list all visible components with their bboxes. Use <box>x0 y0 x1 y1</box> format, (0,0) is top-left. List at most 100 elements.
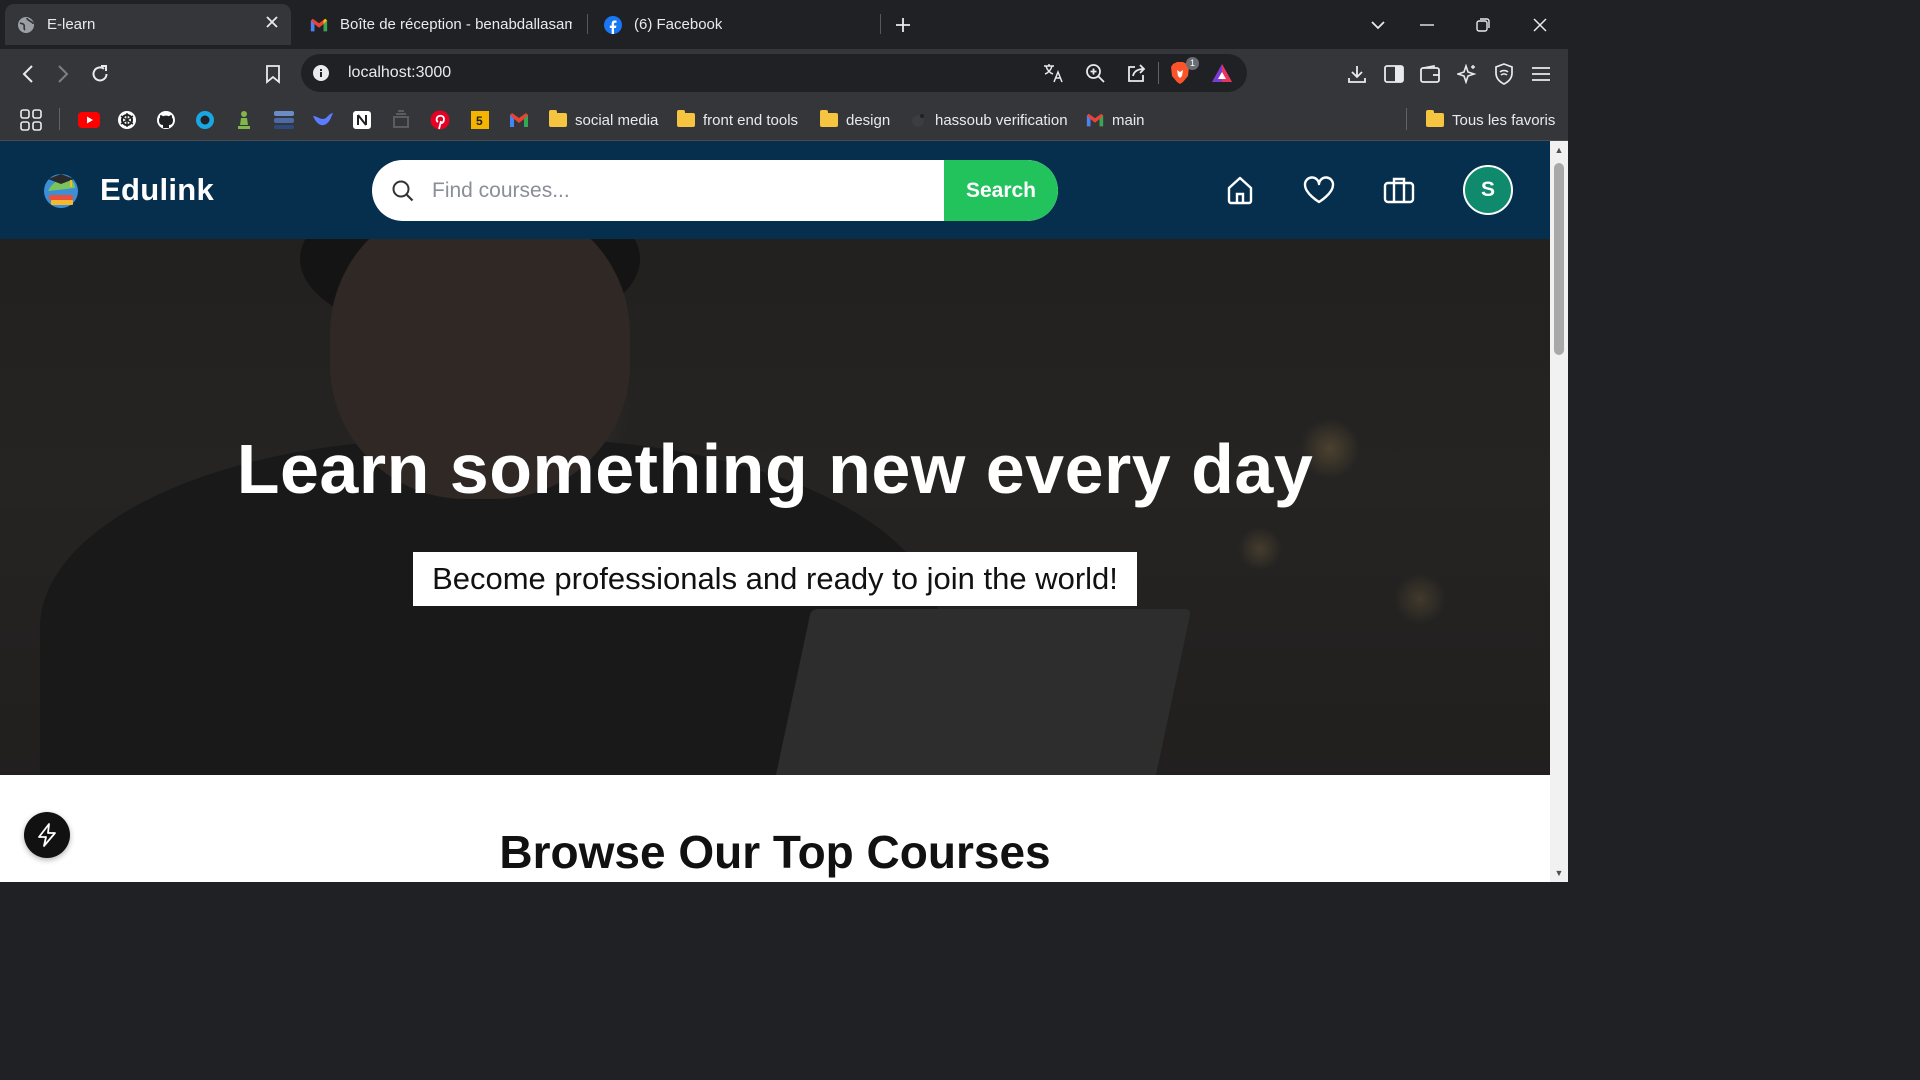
chess-icon[interactable] <box>234 107 254 133</box>
arrow-right-icon <box>58 65 69 83</box>
address-bar[interactable]: localhost:3000 1 <box>301 54 1247 92</box>
folder-icon <box>677 110 695 127</box>
url-text: localhost:3000 <box>348 64 452 81</box>
pinterest-icon[interactable] <box>430 107 450 133</box>
arrow-left-icon <box>22 65 33 83</box>
minimize-button[interactable] <box>1412 10 1442 40</box>
bookmark-main[interactable]: main <box>1086 107 1145 133</box>
close-window-button[interactable] <box>1525 10 1555 40</box>
tab-label: (6) Facebook <box>634 16 723 33</box>
browser-window: E-learn Boîte de réception - benabdallas… <box>0 0 1568 882</box>
bookmark-folder-social-media[interactable]: social media <box>549 107 658 133</box>
bird-app-icon[interactable] <box>312 107 334 133</box>
shield-count-badge: 1 <box>1186 57 1199 70</box>
tab-gmail[interactable]: Boîte de réception - benabdallasam <box>298 4 584 45</box>
zoom-icon[interactable] <box>1085 63 1105 88</box>
home-icon <box>1227 176 1253 205</box>
brave-rewards-icon[interactable] <box>1211 63 1233 88</box>
chevron-down-icon <box>1371 20 1385 29</box>
chatgpt-icon[interactable] <box>117 107 137 133</box>
heart-icon <box>1303 176 1335 204</box>
search-icon <box>392 180 414 202</box>
youtube-icon[interactable] <box>78 107 100 133</box>
brand-link[interactable]: Edulink <box>40 169 214 211</box>
brand-name: Edulink <box>100 172 215 207</box>
tab-search-button[interactable] <box>1363 10 1393 40</box>
info-icon[interactable] <box>313 65 329 86</box>
shield-icon <box>1495 63 1513 85</box>
briefcase-icon <box>1383 177 1415 204</box>
bookmark-page-button[interactable] <box>259 60 287 88</box>
web-page: Edulink Search S Learn som <box>0 141 1550 882</box>
bookmarks-bar: 5 social media front end tools design ha… <box>0 99 1568 141</box>
site-icon <box>912 114 924 127</box>
back-button[interactable] <box>14 60 42 88</box>
browser-toolbar: localhost:3000 1 <box>0 49 1568 99</box>
search-button[interactable]: Search <box>944 160 1058 221</box>
database-icon[interactable] <box>273 107 295 133</box>
hero-title: Learn something new every day <box>236 430 1314 508</box>
bookmark-folder-front-end-tools[interactable]: front end tools <box>677 107 798 133</box>
download-icon <box>1348 66 1366 83</box>
close-icon <box>1533 18 1547 32</box>
site-navbar: Edulink Search S <box>0 141 1550 239</box>
search-input[interactable] <box>432 160 932 221</box>
gmail-bookmark-icon[interactable] <box>509 107 529 133</box>
page-scrollbar[interactable]: ▲ ▼ <box>1550 141 1568 882</box>
tab-e-learn[interactable]: E-learn <box>5 4 291 45</box>
menu-button[interactable] <box>1527 60 1555 88</box>
tab-strip: E-learn Boîte de réception - benabdallas… <box>0 0 1568 49</box>
tab-label: Boîte de réception - benabdallasam <box>340 16 572 33</box>
folder-icon <box>549 110 567 127</box>
bookmark-icon <box>266 65 280 84</box>
facebook-icon <box>604 15 622 34</box>
reload-button[interactable] <box>86 60 114 88</box>
gmail-icon <box>1086 113 1104 127</box>
globe-icon <box>17 16 35 34</box>
dev-tools-button[interactable] <box>24 812 70 858</box>
close-tab-icon[interactable] <box>265 15 279 33</box>
my-courses-link[interactable] <box>1382 173 1416 207</box>
github-icon[interactable] <box>156 107 176 133</box>
scroll-thumb[interactable] <box>1554 163 1564 355</box>
forward-button[interactable] <box>49 60 77 88</box>
section-title: Browse Our Top Courses <box>499 826 1051 878</box>
leo-ai-button[interactable] <box>1453 60 1481 88</box>
user-avatar[interactable]: S <box>1463 165 1513 215</box>
logo-icon <box>44 174 78 208</box>
sidebar-button[interactable] <box>1380 60 1408 88</box>
restore-icon <box>1476 18 1490 32</box>
wallet-icon <box>1420 65 1440 83</box>
bookmark-hassoub-verification[interactable]: hassoub verification <box>909 107 1068 133</box>
restore-button[interactable] <box>1468 10 1498 40</box>
vpn-button[interactable] <box>1490 60 1518 88</box>
plus-icon <box>896 18 910 32</box>
all-bookmarks-folder[interactable]: Tous les favoris <box>1426 107 1555 133</box>
apps-grid-icon <box>20 109 42 131</box>
scroll-down-icon[interactable]: ▼ <box>1554 868 1564 878</box>
gmail-icon <box>310 16 328 34</box>
bookmark-label: design <box>846 111 891 129</box>
html5-icon[interactable]: 5 <box>470 107 490 133</box>
notion-icon[interactable] <box>352 107 372 133</box>
wishlist-link[interactable] <box>1302 173 1336 207</box>
bookmark-label: hassoub verification <box>935 111 1068 129</box>
home-link[interactable] <box>1223 173 1257 207</box>
apps-button[interactable] <box>20 107 42 133</box>
svg-text:5: 5 <box>476 114 483 128</box>
scroll-up-icon[interactable]: ▲ <box>1554 145 1564 155</box>
translate-icon[interactable] <box>1043 63 1065 88</box>
bookmark-label: Tous les favoris <box>1452 111 1556 129</box>
tab-facebook[interactable]: (6) Facebook <box>592 4 878 45</box>
bookmark-folder-design[interactable]: design <box>820 107 890 133</box>
course-search: Search <box>372 160 1058 221</box>
new-tab-button[interactable] <box>888 10 918 40</box>
downloads-button[interactable] <box>1343 60 1371 88</box>
lightning-icon <box>38 823 56 847</box>
folder-icon <box>1426 110 1444 127</box>
stack-app-icon[interactable] <box>391 107 411 133</box>
wallet-button[interactable] <box>1416 60 1444 88</box>
hamburger-icon <box>1532 67 1550 81</box>
share-icon[interactable] <box>1126 63 1146 88</box>
circle-app-icon[interactable] <box>195 107 215 133</box>
